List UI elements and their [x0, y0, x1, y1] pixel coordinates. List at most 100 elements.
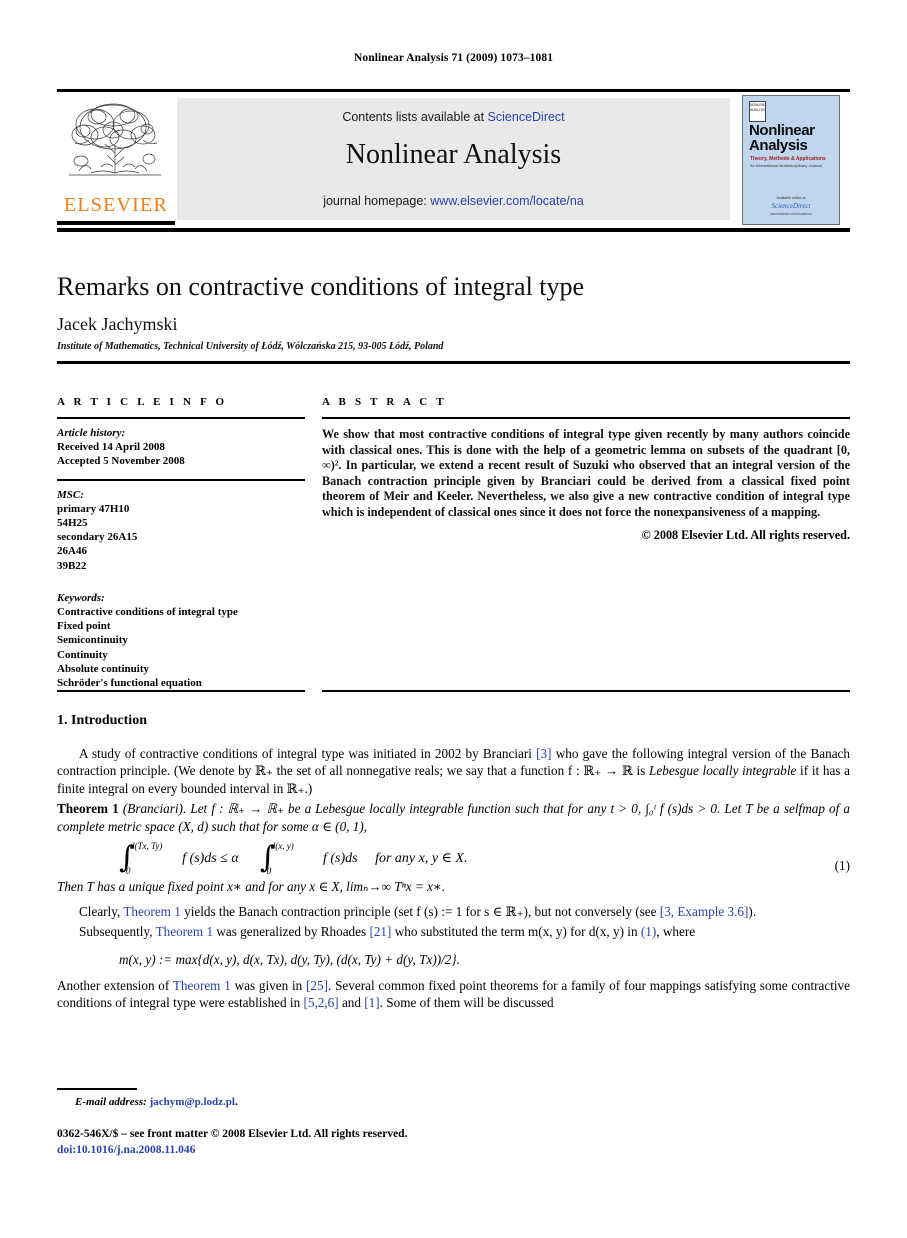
cover-badge-icon: NONLINEAR ANALYSIS — [749, 101, 766, 122]
integral-lower-limit: 0 — [126, 866, 131, 877]
citation-link-526[interactable]: [5,2,6] — [303, 995, 338, 1010]
elsevier-logo: ELSEVIER — [57, 95, 175, 225]
cover-title: Nonlinear Analysis — [749, 122, 815, 154]
body-text: A study of contractive conditions of int… — [57, 745, 850, 1015]
section-heading-introduction: 1. Introduction — [57, 713, 147, 728]
elsevier-tree-icon — [69, 103, 161, 176]
theorem-1-link[interactable]: Theorem 1 — [123, 904, 181, 919]
paragraph-another-extension: Another extension of Theorem 1 was given… — [57, 977, 850, 1012]
paragraph-subsequently-a: Subsequently, — [79, 924, 156, 940]
journal-homepage-line: journal homepage: www.elsevier.com/locat… — [177, 194, 730, 208]
elsevier-underline — [57, 221, 175, 225]
email-link[interactable]: jachym@p.lodz.pl — [150, 1096, 235, 1108]
paragraph-intro-italic: Lebesgue locally integrable — [649, 763, 797, 779]
cover-subtitle-primary: Theory, Methods & Applications — [750, 156, 826, 162]
keyword-item: Fixed point — [57, 620, 111, 633]
issn-copyright-line: 0362-546X/$ – see front matter © 2008 El… — [57, 1128, 408, 1140]
article-history-block: Article history: Received 14 April 2008 … — [57, 426, 305, 469]
paragraph-clearly-c: ). — [748, 903, 757, 919]
article-info-column: A R T I C L E I N F O Article history: R… — [57, 396, 305, 690]
equation-1-link[interactable]: (1) — [641, 924, 656, 939]
integrand-right: f (s)ds — [322, 850, 358, 866]
journal-homepage-link[interactable]: www.elsevier.com/locate/na — [430, 194, 584, 208]
email-label: E-mail address: — [75, 1096, 147, 1108]
contents-prefix: Contents lists available at — [342, 110, 488, 124]
email-footnote: E-mail address: jachym@p.lodz.pl. — [75, 1096, 238, 1108]
footnote-rule — [57, 1088, 137, 1090]
citation-link-1[interactable]: [1] — [364, 995, 379, 1010]
msc-rule — [57, 478, 305, 481]
msc-item: 26A46 — [57, 545, 87, 558]
equation-2-text: m(x, y) := max{d(x, y), d(x, Tx), d(y, T… — [119, 951, 460, 967]
paragraph-subsequently: Subsequently, Theorem 1 was generalized … — [57, 923, 850, 940]
msc-block: MSC: primary 47H10 54H25 secondary 26A15… — [57, 488, 305, 573]
msc-item: primary 47H10 — [57, 502, 130, 515]
doi-link[interactable]: doi:10.1016/j.na.2008.11.046 — [57, 1144, 195, 1156]
cover-subtitle-secondary: An International Multidisciplinary Journ… — [750, 163, 822, 168]
journal-title: Nonlinear Analysis — [345, 139, 562, 170]
received-date: Received 14 April 2008 — [57, 441, 165, 454]
cover-footer-url: www.elsevier.com/locate/na — [770, 212, 812, 216]
abstract-column-bottom-rule — [322, 690, 850, 692]
title-rule — [57, 361, 850, 364]
journal-cover-thumbnail[interactable]: NONLINEAR ANALYSIS Nonlinear Analysis Th… — [742, 95, 840, 225]
paragraph-clearly-a: Clearly, — [79, 903, 124, 919]
theorem-1-link[interactable]: Theorem 1 — [173, 978, 231, 993]
journal-band: Contents lists available at ScienceDirec… — [177, 98, 730, 220]
msc-label: MSC: — [57, 488, 84, 501]
msc-item: secondary 26A15 — [57, 531, 138, 544]
citation-link-3[interactable]: [3] — [536, 746, 551, 761]
paragraph-another-a: Another extension of — [57, 978, 173, 994]
theorem-1-link[interactable]: Theorem 1 — [156, 924, 214, 939]
citation-link-3-example[interactable]: [3, Example 3.6] — [660, 904, 749, 919]
citation-link-21[interactable]: [21] — [369, 924, 391, 939]
citation-link-25[interactable]: [25] — [306, 978, 328, 993]
keywords-block: Keywords: Contractive conditions of inte… — [57, 591, 305, 690]
paragraph-subsequently-c: who substituted the term m(x, y) for d(x… — [391, 924, 641, 940]
theorem-1-statement: Theorem 1 (Branciari). Let f : ℝ₊ → ℝ₊ b… — [57, 800, 850, 835]
author-affiliation: Institute of Mathematics, Technical Univ… — [57, 341, 444, 352]
paragraph-intro-a: A study of contractive conditions of int… — [79, 746, 537, 761]
msc-item: 54H25 — [57, 517, 88, 530]
paper-page: Nonlinear Analysis 71 (2009) 1073–1081 E… — [0, 0, 907, 1238]
keyword-item: Contractive conditions of integral type — [57, 606, 238, 619]
article-info-rule — [57, 417, 305, 419]
copyright-line: © 2008 Elsevier Ltd. All rights reserved… — [641, 527, 850, 542]
paragraph-clearly: Clearly, Theorem 1 yields the Banach con… — [57, 903, 850, 920]
contents-available-line: Contents lists available at ScienceDirec… — [177, 110, 730, 124]
keywords-label: Keywords: — [57, 591, 105, 604]
paragraph-another-d: and — [338, 995, 365, 1011]
info-column-bottom-rule — [57, 690, 305, 692]
theorem-1-text-a: Let f : ℝ₊ → ℝ₊ be a Lebesgue locally in… — [186, 801, 646, 817]
keyword-item: Continuity — [57, 648, 108, 661]
equation-1-number: (1) — [834, 858, 850, 874]
elsevier-wordmark: ELSEVIER — [63, 194, 169, 216]
integral-upper-limit: d(x, y) — [270, 841, 294, 852]
keyword-item: Schröder's functional equation — [57, 677, 202, 690]
paragraph-another-e: . Some of them will be discussed — [379, 995, 554, 1011]
sciencedirect-link[interactable]: ScienceDirect — [488, 110, 565, 124]
integrand-left: f (s)ds ≤ α — [182, 850, 239, 866]
running-head: Nonlinear Analysis 71 (2009) 1073–1081 — [353, 52, 554, 64]
header-rule-bottom — [57, 228, 850, 232]
cover-footer-brand: ScienceDirect — [771, 202, 811, 210]
homepage-prefix: journal homepage: — [323, 194, 431, 208]
integral-upper-limit: d(Tx, Ty) — [130, 841, 163, 852]
header-rule-top — [57, 89, 850, 92]
integral-lower-limit: 0 — [266, 866, 272, 877]
journal-masthead: ELSEVIER Contents lists available at Sci… — [57, 95, 850, 225]
abstract-rule — [322, 417, 850, 419]
accepted-date: Accepted 5 November 2008 — [57, 455, 185, 468]
paragraph-clearly-b: yields the Banach contraction principle … — [180, 903, 660, 919]
author-name[interactable]: Jacek Jachymski — [57, 314, 847, 335]
paragraph-intro: A study of contractive conditions of int… — [57, 745, 850, 797]
display-equation-2: m(x, y) := max{d(x, y), d(x, Tx), d(y, T… — [57, 951, 850, 968]
display-equation-1: ∫ d(Tx, Ty) 0 f (s)ds ≤ α ∫ d(x, y) 0 f … — [57, 841, 850, 876]
paragraph-subsequently-d: , where — [656, 924, 696, 940]
equation-1-condition: for any x, y ∈ X. — [375, 850, 468, 866]
paragraph-subsequently-b: was generalized by Rhoades — [213, 924, 370, 940]
theorem-1-label: Theorem 1 — [57, 801, 119, 817]
integral-left-icon: ∫ d(Tx, Ty) 0 — [119, 841, 162, 876]
keyword-item: Absolute continuity — [57, 662, 149, 675]
abstract-text: We show that most contractive conditions… — [322, 427, 850, 519]
